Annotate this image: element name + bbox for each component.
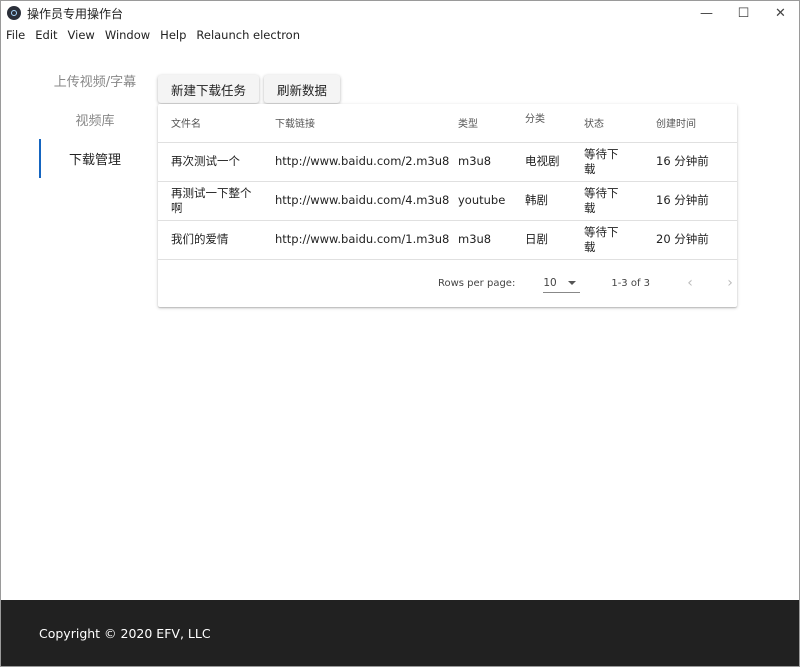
menu-help[interactable]: Help: [155, 25, 191, 45]
cell-status: 等待下载: [584, 220, 656, 260]
close-icon[interactable]: ✕: [762, 1, 799, 25]
download-table-card: 文件名 下载链接 类型 分类 状态 创建时间 再次测试一个 http://www…: [158, 104, 737, 307]
cell-status: 等待下载: [584, 142, 656, 182]
sidebar-item-download-manager[interactable]: 下载管理: [39, 139, 149, 178]
cell-link: http://www.baidu.com/2.m3u8: [275, 142, 458, 182]
cell-link: http://www.baidu.com/1.m3u8: [275, 220, 458, 260]
copyright-text: Copyright © 2020 EFV, LLC: [39, 625, 211, 641]
dropdown-caret-icon: [568, 280, 577, 285]
cell-created: 20 分钟前: [656, 220, 737, 260]
download-table: 文件名 下载链接 类型 分类 状态 创建时间 再次测试一个 http://www…: [158, 104, 737, 260]
sidebar-item-upload[interactable]: 上传视频/字幕: [39, 61, 149, 100]
table-pagination: Rows per page: 10 1-3 of 3 ‹ ›: [158, 260, 737, 307]
page-footer: Copyright © 2020 EFV, LLC: [1, 600, 799, 666]
cell-filename: 再次测试一个: [158, 142, 275, 182]
table-row[interactable]: 再次测试一个 http://www.baidu.com/2.m3u8 m3u8 …: [158, 142, 737, 182]
column-header-category[interactable]: 分类: [525, 104, 584, 143]
cell-created: 16 分钟前: [656, 142, 737, 182]
rows-per-page-select[interactable]: 10: [543, 273, 581, 293]
title-bar: 操作员专用操作台 — ☐ ✕: [1, 1, 799, 25]
rows-per-page-value: 10: [543, 276, 557, 289]
cell-category: 电视剧: [525, 142, 584, 182]
refresh-data-button[interactable]: 刷新数据: [264, 75, 341, 103]
cell-link: http://www.baidu.com/4.m3u8: [275, 181, 458, 221]
menu-file[interactable]: File: [1, 25, 30, 45]
app-window: 操作员专用操作台 — ☐ ✕ File Edit View Window Hel…: [0, 0, 800, 667]
cell-category: 韩剧: [525, 181, 584, 221]
column-header-filename[interactable]: 文件名: [158, 104, 275, 143]
menu-relaunch-electron[interactable]: Relaunch electron: [191, 25, 305, 45]
column-header-status[interactable]: 状态: [584, 104, 656, 143]
app-logo-icon: [7, 6, 21, 20]
new-download-task-button[interactable]: 新建下载任务: [158, 75, 260, 103]
cell-filename: 再测试一下整个啊: [158, 181, 275, 221]
cell-category: 日剧: [525, 220, 584, 260]
menu-bar: File Edit View Window Help Relaunch elec…: [1, 25, 799, 45]
cell-filename: 我们的爱情: [158, 220, 275, 260]
menu-view[interactable]: View: [63, 25, 100, 45]
pagination-range: 1-3 of 3: [611, 277, 651, 289]
cell-type: m3u8: [458, 220, 525, 260]
chevron-left-icon[interactable]: ‹: [684, 275, 696, 291]
maximize-icon[interactable]: ☐: [725, 1, 762, 25]
sidebar-item-video-library[interactable]: 视频库: [39, 100, 149, 139]
minimize-icon[interactable]: —: [688, 1, 725, 25]
menu-window[interactable]: Window: [100, 25, 155, 45]
rows-per-page-label: Rows per page:: [438, 277, 516, 289]
cell-created: 16 分钟前: [656, 181, 737, 221]
cell-type: youtube: [458, 181, 525, 221]
cell-status: 等待下载: [584, 181, 656, 221]
window-title: 操作员专用操作台: [27, 6, 124, 21]
column-header-link[interactable]: 下载链接: [275, 104, 458, 143]
toolbar: 新建下载任务 刷新数据: [158, 75, 341, 103]
table-row[interactable]: 我们的爱情 http://www.baidu.com/1.m3u8 m3u8 日…: [158, 220, 737, 260]
column-header-created[interactable]: 创建时间: [656, 104, 737, 143]
table-header-row: 文件名 下载链接 类型 分类 状态 创建时间: [158, 104, 737, 143]
sidebar-nav: 上传视频/字幕 视频库 下载管理: [39, 61, 149, 178]
table-row[interactable]: 再测试一下整个啊 http://www.baidu.com/4.m3u8 you…: [158, 181, 737, 221]
window-controls: — ☐ ✕: [688, 1, 799, 25]
cell-type: m3u8: [458, 142, 525, 182]
column-header-type[interactable]: 类型: [458, 104, 525, 143]
chevron-right-icon[interactable]: ›: [724, 275, 736, 291]
menu-edit[interactable]: Edit: [30, 25, 62, 45]
